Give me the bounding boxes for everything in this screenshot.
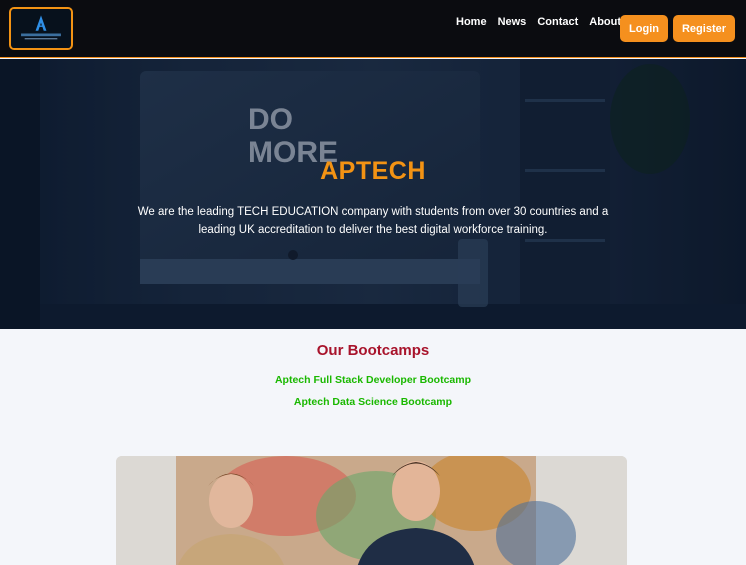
bootcamp-link-datascience[interactable]: Aptech Data Science Bootcamp [0, 396, 746, 408]
nav-news-link[interactable]: News [498, 16, 527, 28]
nav-contact-link[interactable]: Contact [537, 16, 578, 28]
bootcamp-link-fullstack[interactable]: Aptech Full Stack Developer Bootcamp [0, 374, 746, 386]
nav-home-link[interactable]: Home [456, 16, 487, 28]
aptech-logo-icon[interactable] [9, 7, 73, 50]
main-nav: Home News Contact About [456, 16, 632, 28]
students-photo [116, 456, 627, 565]
register-button[interactable]: Register [673, 15, 735, 42]
login-button[interactable]: Login [620, 15, 668, 42]
nav-about-link[interactable]: About [589, 16, 621, 28]
hero-description: We are the leading TECH EDUCATION compan… [137, 206, 609, 236]
top-navbar: Home News Contact About Login Register [0, 0, 746, 58]
hero-title: APTECH [320, 157, 426, 185]
bootcamps-heading: Our Bootcamps [316, 342, 430, 359]
hero-banner: DO MORE APTECH We are the leading TECH E… [0, 59, 746, 329]
hero-overlay [0, 59, 746, 329]
